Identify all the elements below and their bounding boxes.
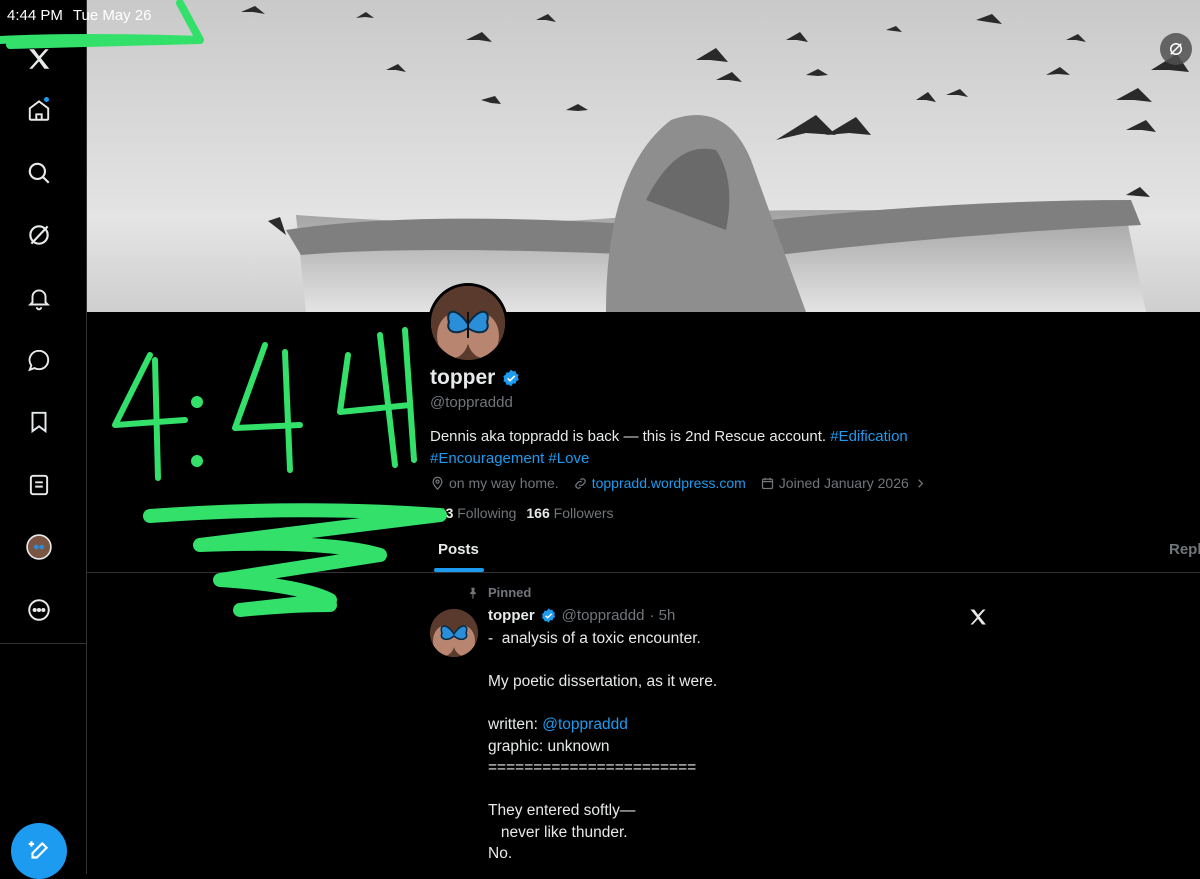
search-icon[interactable] bbox=[22, 156, 56, 190]
chevron-right-icon bbox=[917, 478, 924, 488]
grok-icon bbox=[1170, 43, 1182, 55]
x-logo-icon[interactable] bbox=[968, 607, 988, 627]
grok-icon[interactable] bbox=[22, 218, 56, 252]
compose-icon bbox=[28, 841, 49, 859]
pin-icon bbox=[470, 587, 476, 599]
verified-badge-icon bbox=[503, 369, 519, 387]
verified-badge-icon bbox=[541, 608, 555, 623]
x-logo-icon[interactable] bbox=[22, 42, 56, 76]
bookmarks-icon[interactable] bbox=[22, 405, 56, 439]
post-author-handle[interactable]: @toppraddd bbox=[562, 607, 645, 624]
tab-replies[interactable]: Repli bbox=[1169, 541, 1200, 558]
lists-icon[interactable] bbox=[22, 468, 56, 502]
post-author-avatar[interactable] bbox=[430, 609, 478, 657]
followers-link[interactable]: 166 Followers bbox=[526, 505, 613, 521]
profile-handle: @toppraddd bbox=[430, 394, 513, 411]
more-icon[interactable] bbox=[22, 593, 56, 627]
profile-avatar[interactable] bbox=[22, 530, 56, 564]
profile-bio: Dennis aka toppradd is back — this is 2n… bbox=[430, 426, 990, 470]
profile-tabs: Posts Repli bbox=[86, 528, 1200, 573]
post-author-name[interactable]: topper bbox=[488, 607, 535, 624]
profile-meta: on my way home. toppradd.wordpress.com J… bbox=[430, 475, 928, 491]
profile-name-row: topper bbox=[430, 366, 521, 390]
bio-hashtags[interactable]: #Encouragement #Love bbox=[430, 450, 589, 467]
banner-grok-button[interactable] bbox=[1160, 33, 1192, 65]
post-header: topper @toppraddd · 5h bbox=[488, 607, 675, 624]
profile-name: topper bbox=[430, 366, 496, 389]
profile-avatar-large[interactable] bbox=[428, 283, 508, 363]
sidebar-divider bbox=[0, 643, 86, 644]
profile-joined[interactable]: Joined January 2026 bbox=[760, 475, 928, 491]
calendar-icon bbox=[761, 477, 773, 489]
bio-text: Dennis aka toppradd is back — this is 2n… bbox=[430, 428, 831, 445]
sidebar-nav bbox=[0, 0, 87, 879]
status-date: Tue May 26 bbox=[72, 6, 152, 24]
home-notification-dot bbox=[44, 97, 49, 102]
home-icon[interactable] bbox=[22, 93, 56, 127]
location-pin-icon bbox=[432, 476, 443, 490]
compose-button[interactable] bbox=[11, 823, 67, 879]
messages-icon[interactable] bbox=[22, 343, 56, 377]
profile-banner[interactable] bbox=[86, 0, 1200, 312]
banner-image bbox=[241, 6, 1189, 312]
tab-posts-indicator bbox=[434, 568, 484, 572]
profile-location: on my way home. bbox=[430, 475, 559, 491]
profile-website[interactable]: toppradd.wordpress.com bbox=[573, 475, 746, 491]
pinned-indicator: Pinned bbox=[466, 585, 531, 600]
tab-posts[interactable]: Posts bbox=[438, 541, 479, 558]
status-time: 4:44 PM bbox=[7, 6, 63, 24]
bio-hashtag-edification[interactable]: #Edification bbox=[830, 428, 908, 445]
post-body: - analysis of a toxic encounter. My poet… bbox=[488, 630, 718, 862]
post-time[interactable]: · 5h bbox=[649, 607, 675, 624]
link-icon bbox=[575, 477, 586, 489]
status-bar: 4:44 PM Tue May 26 bbox=[0, 0, 152, 30]
notifications-icon[interactable] bbox=[22, 281, 56, 315]
post-mention[interactable]: @toppraddd bbox=[542, 716, 628, 733]
profile-counts: 343 Following 166 Followers bbox=[430, 505, 614, 521]
following-link[interactable]: 343 Following bbox=[430, 505, 516, 521]
